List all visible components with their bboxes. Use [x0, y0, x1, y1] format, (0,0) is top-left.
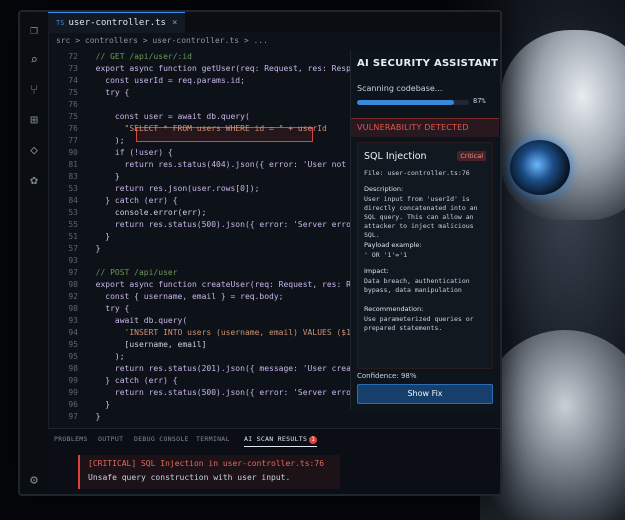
explorer-icon[interactable]: ❐: [27, 24, 41, 38]
robot-head-image: [500, 30, 625, 220]
alert-critical-line: [CRITICAL] SQL Injection in user-control…: [88, 459, 325, 468]
ai-assistant-panel: AI SECURITY ASSISTANT Scanning codebase.…: [350, 50, 499, 410]
scan-progress-label: 87%: [473, 97, 486, 105]
impact-text: Data breach, authentication bypass, data…: [364, 277, 470, 294]
alert-detail-line: Unsafe query construction with user inpu…: [88, 473, 291, 482]
tab-problems[interactable]: PROBLEMS: [54, 435, 88, 443]
robot-eye-image: [510, 140, 570, 195]
assistant-title: AI SECURITY ASSISTANT: [357, 58, 499, 69]
recommendation-text: Use parameterized queries or prepared st…: [364, 315, 474, 332]
activity-bar: ❐ ⌕ ⑂ ⊞ ◇ ✿ ⚙: [20, 12, 49, 494]
debug-icon[interactable]: ✿: [27, 174, 41, 188]
scan-alert[interactable]: [CRITICAL] SQL Injection in user-control…: [78, 455, 340, 489]
scan-status: Scanning codebase...: [357, 84, 443, 93]
payload-text: ' OR '1'='1: [364, 251, 408, 259]
show-fix-button[interactable]: Show Fix: [357, 384, 493, 404]
tab-user-controller[interactable]: TS user-controller.ts ×: [48, 12, 186, 33]
description-label: Description:: [364, 185, 404, 193]
severity-badge: Critical: [457, 151, 486, 161]
close-tab-icon[interactable]: ×: [172, 18, 177, 28]
tab-bar: TS user-controller.ts ×: [48, 12, 500, 33]
code-text: return res.status(500).json({ error: 'Se…: [86, 388, 380, 397]
code-text: }: [86, 412, 101, 421]
search-icon[interactable]: ⌕: [27, 54, 41, 68]
payload-label: Payload example:: [364, 241, 422, 249]
issue-title: SQL Injection: [364, 151, 427, 162]
recommendation-label: Recommendation:: [364, 305, 424, 313]
scan-progress-bar: [357, 100, 469, 105]
source-control-icon[interactable]: ⑂: [27, 84, 41, 98]
tab-output[interactable]: OUTPUT: [98, 435, 123, 443]
tab-ai-scan-results-label: AI SCAN RESULTS: [244, 435, 308, 443]
code-text: }: [86, 244, 101, 253]
issue-file: File: user-controller.ts:76: [364, 169, 470, 177]
tab-ai-scan-results[interactable]: AI SCAN RESULTS 1: [244, 435, 318, 447]
tab-terminal[interactable]: TERMINAL: [196, 435, 230, 443]
confidence-score: Confidence: 98%: [357, 372, 417, 380]
code-text: try {: [86, 88, 130, 97]
code-text: return res.status(500).json({ error: 'Se…: [86, 220, 380, 229]
typescript-file-icon: TS: [56, 19, 65, 27]
description-text: User input from 'userId' is directly con…: [364, 195, 478, 239]
impact-label: Impact:: [364, 267, 389, 275]
tab-label: user-controller.ts: [68, 18, 166, 28]
diamond-icon[interactable]: ◇: [27, 144, 41, 158]
scan-progress-fill: [357, 100, 455, 105]
vulnerability-header: VULNERABILITY DETECTED: [351, 118, 499, 137]
tab-debug-console[interactable]: DEBUG CONSOLE: [134, 435, 189, 443]
scan-results-count-badge: 1: [309, 436, 318, 444]
code-editor[interactable]: 72 // GET /api/user/:id 73 export async f…: [48, 50, 399, 428]
line-number: 97: [68, 412, 78, 421]
ide-window: ❐ ⌕ ⑂ ⊞ ◇ ✿ ⚙ TS user-controller.ts × src …: [18, 10, 502, 496]
breadcrumb[interactable]: src > controllers > user-controller.ts >…: [48, 34, 356, 48]
vulnerability-header-text: VULNERABILITY DETECTED: [357, 123, 469, 132]
extensions-icon[interactable]: ⊞: [27, 114, 41, 128]
settings-gear-icon[interactable]: ⚙: [27, 474, 41, 488]
vulnerability-card: SQL Injection Critical File: user-contro…: [357, 142, 493, 369]
bottom-panel: PROBLEMS OUTPUT DEBUG CONSOLE TERMINAL A…: [48, 428, 500, 494]
